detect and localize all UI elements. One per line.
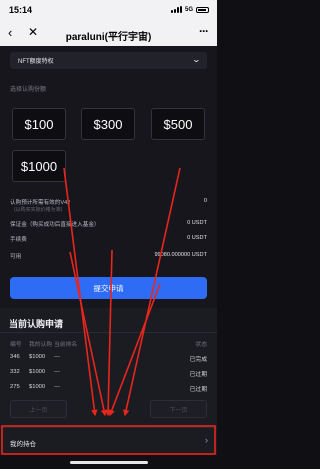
cell-amount: $1000 xyxy=(29,384,46,390)
info-value: 0 USDT xyxy=(187,235,207,241)
column-header: 状态 xyxy=(195,342,207,348)
cell-id: 332 xyxy=(10,369,20,375)
records-title: 当前认购申请 xyxy=(9,319,64,329)
info-value: 99080.000000 USDT xyxy=(154,252,207,258)
home-indicator xyxy=(70,461,148,464)
info-label: 认购预计所需有效的V42 xyxy=(10,200,71,206)
subscription-form: NFT额度特权 ⌄ 选择认购份额 $100 $300 $500 $1000 认购… xyxy=(0,46,217,308)
info-value: 0 USDT xyxy=(187,220,207,226)
prev-page-button[interactable]: 上一页 xyxy=(10,400,67,418)
chevron-down-icon: ⌄ xyxy=(191,55,202,64)
battery-icon xyxy=(196,6,209,13)
cell-amount: $1000 xyxy=(29,354,46,360)
home-indicator-area xyxy=(0,455,217,469)
my-holdings-item[interactable]: 我的持仓 › xyxy=(0,427,217,455)
cell-rank: --- xyxy=(54,384,60,390)
product-select-value: NFT额度特权 xyxy=(18,59,54,65)
my-holdings-label: 我的持仓 xyxy=(10,441,36,448)
network-type: 5G xyxy=(184,6,193,13)
amount-option-300[interactable]: $300 xyxy=(81,108,135,140)
signal-icon xyxy=(170,6,182,13)
page-title: paraluni(平行宇宙) xyxy=(65,32,152,43)
info-label: 可用 xyxy=(10,254,22,260)
amount-section-label: 选择认购份额 xyxy=(10,87,47,93)
info-label: 保证金（购买成功后直接进入基金） xyxy=(10,222,100,228)
submit-button[interactable]: 提交申请 xyxy=(10,277,207,299)
amount-option-500[interactable]: $500 xyxy=(151,108,205,140)
cell-rank: --- xyxy=(54,369,60,375)
status-icons: 5G xyxy=(170,6,209,13)
column-header: 当前排名 xyxy=(54,342,78,348)
product-select[interactable]: NFT额度特权 ⌄ xyxy=(10,52,207,69)
cell-status: 已完成 xyxy=(189,357,207,363)
info-value: 0 xyxy=(203,198,207,204)
cell-rank: --- xyxy=(54,354,60,360)
status-time: 15:14 xyxy=(9,5,33,15)
cell-status: 已过期 xyxy=(189,372,207,378)
chevron-right-icon: › xyxy=(205,435,208,445)
divider xyxy=(0,332,217,333)
records-panel: 当前认购申请 编号 我的认购 当前排名 状态 346 $1000 --- 已完成… xyxy=(0,308,217,427)
amount-option-100[interactable]: $100 xyxy=(12,108,66,140)
next-page-button[interactable]: 下一页 xyxy=(150,400,207,418)
cell-id: 275 xyxy=(10,384,20,390)
amount-option-1000[interactable]: $1000 xyxy=(12,150,66,182)
cell-id: 346 xyxy=(10,354,20,360)
info-label: 手续费 xyxy=(10,237,27,243)
column-header: 编号 xyxy=(10,342,22,348)
nav-bar: ‹ ✕ paraluni(平行宇宙) ··· xyxy=(0,22,217,46)
column-header: 我的认购 xyxy=(29,342,53,348)
status-bar: 15:14 5G xyxy=(0,0,217,22)
cell-status: 已过期 xyxy=(189,387,207,393)
cell-amount: $1000 xyxy=(29,369,46,375)
price-note: (以购买实际价格为准) xyxy=(14,207,63,213)
more-icon[interactable]: ··· xyxy=(199,24,209,38)
